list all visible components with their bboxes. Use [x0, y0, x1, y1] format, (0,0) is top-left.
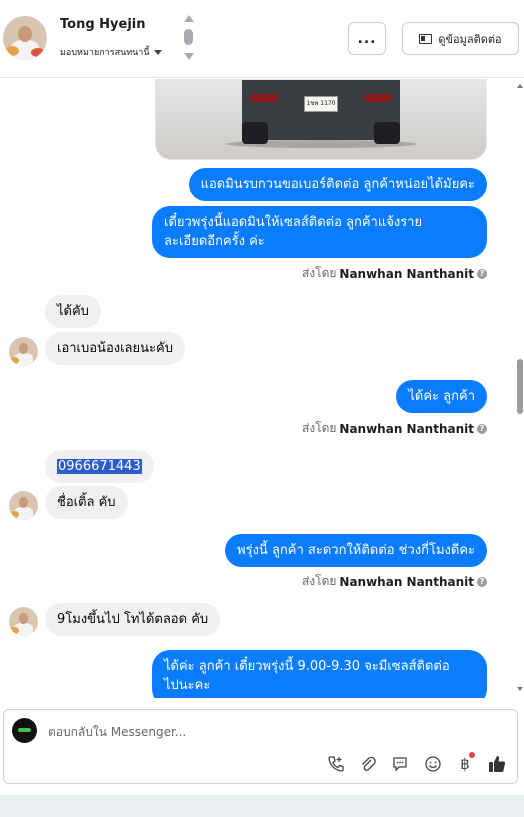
- contact-avatar-small[interactable]: [9, 337, 38, 366]
- message-incoming[interactable]: ได้คับ: [45, 295, 101, 328]
- contact-card-icon: [419, 33, 433, 44]
- phone-number-selected[interactable]: 0966671443: [57, 459, 142, 474]
- notification-dot: [469, 752, 475, 758]
- message-outgoing[interactable]: ได้ค่ะ ลูกค้า เดี๋ยวพรุ่งนี้ 9.00-9.30 จ…: [152, 650, 487, 698]
- contact-name[interactable]: Tong Hyejin: [60, 17, 146, 32]
- message-outgoing[interactable]: แอดมินรบกวนขอเบอร์ติดต่อ ลูกค้าหน่อยได้ม…: [188, 168, 487, 201]
- car-photo-attachment[interactable]: 1ขพ 1170: [155, 79, 487, 160]
- scroll-up-icon[interactable]: [517, 84, 523, 88]
- message-outgoing[interactable]: พรุ่งนี้ ลูกค้า สะดวกให้ติดต่อ ช่วงกี่โม…: [225, 534, 487, 567]
- caret-down-icon: [153, 49, 162, 55]
- message-line: ได้ค่ะ ลูกค้า เดี๋ยวพรุ่งนี้ 9.00-9.30 จ…: [164, 659, 450, 674]
- info-icon[interactable]: ?: [477, 576, 487, 587]
- page-avatar: [12, 718, 37, 743]
- reply-input[interactable]: [48, 722, 488, 742]
- smiley-icon[interactable]: [422, 754, 444, 774]
- phone-add-icon[interactable]: [325, 754, 347, 774]
- reply-composer: ฿: [3, 709, 518, 784]
- message-incoming-phone[interactable]: 0966671443: [45, 450, 154, 483]
- info-icon[interactable]: ?: [477, 423, 487, 434]
- message-incoming[interactable]: 9โมงขึ้นไป โทได้ตลอด คับ: [45, 603, 221, 636]
- license-plate: 1ขพ 1170: [304, 96, 338, 112]
- more-icon: ...: [357, 30, 377, 47]
- footer-strip: [0, 795, 524, 817]
- sent-by-label: ส่งโดย Nanwhan Nanthanit ?: [302, 419, 487, 438]
- scroll-down-icon[interactable]: [517, 687, 523, 691]
- message-incoming[interactable]: เอาเบอน้องเลยนะคับ: [45, 332, 185, 365]
- message-line: ไปนะคะ: [164, 678, 211, 693]
- contact-avatar[interactable]: [3, 16, 47, 60]
- message-outgoing[interactable]: ได้ค่ะ ลูกค้า: [396, 380, 487, 413]
- info-icon[interactable]: ?: [477, 268, 487, 279]
- contact-avatar-small[interactable]: [9, 607, 38, 636]
- message-outgoing[interactable]: เดี๋ยวพรุ่งนี้แอดมินให้เซลส์ติดต่อ ลูกค้…: [152, 206, 487, 258]
- view-contact-button[interactable]: ดูข้อมูลติดต่อ: [402, 22, 519, 55]
- arrow-up-icon[interactable]: [184, 15, 194, 22]
- assign-label: มอบหมายการสนทนานี้: [60, 48, 150, 58]
- sent-by-prefix: ส่งโดย: [301, 574, 337, 588]
- assign-conversation-dropdown[interactable]: มอบหมายการสนทนานี้: [60, 45, 162, 59]
- agent-name: Nanwhan Nanthanit: [339, 421, 474, 436]
- message-incoming[interactable]: ชื่อเติ้ล คับ: [45, 486, 128, 519]
- arrow-down-icon[interactable]: [184, 53, 194, 60]
- nav-handle-icon: [184, 29, 193, 45]
- paperclip-icon[interactable]: [357, 754, 379, 774]
- message-line: ละเอียดอีกครั้ง ค่ะ: [164, 234, 265, 249]
- sent-by-label: ส่งโดย Nanwhan Nanthanit ?: [302, 264, 487, 283]
- sent-by-label: ส่งโดย Nanwhan Nanthanit ?: [302, 572, 487, 591]
- chat-bubble-icon[interactable]: [389, 754, 411, 774]
- sent-by-prefix: ส่งโดย: [301, 421, 337, 435]
- sent-by-prefix: ส่งโดย: [301, 266, 337, 280]
- scroll-thumb[interactable]: [517, 359, 523, 414]
- baht-icon[interactable]: ฿: [454, 752, 476, 774]
- conversation-header: Tong Hyejin มอบหมายการสนทนานี้ ... ดูข้อ…: [0, 0, 524, 78]
- message-thread: 1ขพ 1170 แอดมินรบกวนขอเบอร์ติดต่อ ลูกค้า…: [0, 79, 524, 698]
- conversation-nav[interactable]: [183, 15, 195, 63]
- view-contact-label: ดูข้อมูลติดต่อ: [438, 32, 502, 46]
- thumbs-up-icon[interactable]: [486, 754, 508, 774]
- thread-scrollbar[interactable]: [516, 79, 524, 698]
- agent-name: Nanwhan Nanthanit: [339, 574, 474, 589]
- more-options-button[interactable]: ...: [348, 22, 386, 55]
- message-line: เดี๋ยวพรุ่งนี้แอดมินให้เซลส์ติดต่อ ลูกค้…: [164, 215, 423, 230]
- contact-avatar-small[interactable]: [9, 491, 38, 520]
- agent-name: Nanwhan Nanthanit: [339, 266, 474, 281]
